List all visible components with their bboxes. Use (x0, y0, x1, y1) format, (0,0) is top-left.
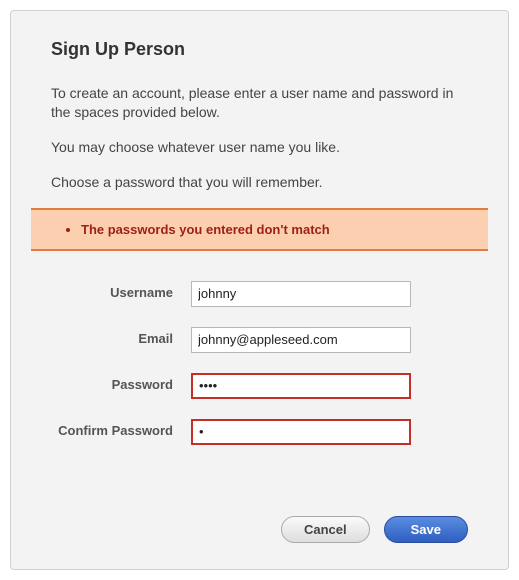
label-username: Username (51, 281, 191, 302)
intro-p1: To create an account, please enter a use… (51, 84, 468, 122)
cancel-button[interactable]: Cancel (281, 516, 370, 543)
row-confirm-password: Confirm Password (51, 419, 468, 445)
label-email: Email (51, 327, 191, 348)
label-password: Password (51, 373, 191, 394)
intro-text: To create an account, please enter a use… (51, 84, 468, 192)
username-input[interactable] (191, 281, 411, 307)
page-title: Sign Up Person (51, 39, 468, 60)
label-confirm-password: Confirm Password (51, 419, 191, 440)
email-input[interactable] (191, 327, 411, 353)
error-banner: The passwords you entered don't match (31, 208, 488, 251)
row-email: Email (51, 327, 468, 353)
row-password: Password (51, 373, 468, 399)
intro-p2: You may choose whatever user name you li… (51, 138, 468, 157)
signup-panel: Sign Up Person To create an account, ple… (10, 10, 509, 570)
password-input[interactable] (191, 373, 411, 399)
confirm-password-input[interactable] (191, 419, 411, 445)
error-message: The passwords you entered don't match (81, 222, 464, 237)
button-row: Cancel Save (281, 516, 468, 543)
intro-p3: Choose a password that you will remember… (51, 173, 468, 192)
row-username: Username (51, 281, 468, 307)
save-button[interactable]: Save (384, 516, 468, 543)
